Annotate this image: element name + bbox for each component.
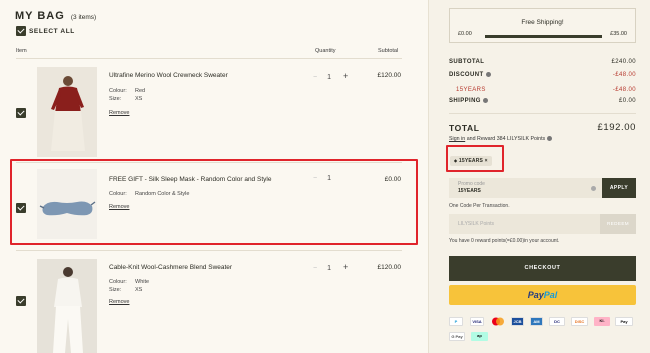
subtotal-value: £240.00 <box>611 59 636 65</box>
remove-link[interactable]: Remove <box>109 110 129 116</box>
column-item: Item <box>16 48 27 54</box>
item-checkbox[interactable] <box>16 108 26 118</box>
bag-title-label: MY BAG <box>15 10 65 22</box>
amex-icon: AM <box>530 317 543 326</box>
progress-end: £35.00 <box>610 31 627 37</box>
product-name[interactable]: Ultrafine Merino Wool Crewneck Sweater <box>109 72 228 79</box>
column-subtotal: Subtotal <box>378 48 399 54</box>
decrease-button[interactable]: − <box>313 74 317 81</box>
subtotal-row: SUBTOTAL £240.00 <box>449 59 636 65</box>
progress-bar <box>485 35 602 38</box>
product-colour: Colour: White <box>109 279 150 285</box>
promo-code-input[interactable]: Promo code 15YEARS <box>449 178 602 198</box>
discount-code-label: 15YEARS <box>456 87 486 93</box>
apply-button[interactable]: APPLY <box>602 178 636 198</box>
sign-in-link[interactable]: Sign in <box>449 136 465 142</box>
increase-button[interactable]: + <box>343 262 348 272</box>
divider <box>16 58 402 59</box>
reward-points-line: Sign in and Reward 384 LILYSILK Points <box>449 136 553 142</box>
promo-note: One Code Per Transaction. <box>449 203 510 209</box>
quantity-value: 1 <box>327 265 331 272</box>
remove-link[interactable]: Remove <box>109 299 129 305</box>
progress-start: £0.00 <box>458 31 472 37</box>
divider <box>449 113 636 114</box>
reward-text: and Reward 384 LILYSILK Points <box>466 136 546 142</box>
diners-club-icon: DC <box>549 317 565 326</box>
visa-icon: VISA <box>470 317 484 326</box>
product-colour: Colour: Red <box>109 88 146 94</box>
promo-code-label: Promo code <box>458 181 485 187</box>
cart-section: MY BAG (3 items) SELECT ALL Item Quantit… <box>0 0 418 353</box>
column-quantity: Quantity <box>315 48 336 54</box>
order-summary-panel: Free Shipping! £0.00 £35.00 SUBTOTAL £24… <box>428 0 650 353</box>
product-image[interactable] <box>37 67 97 157</box>
points-input[interactable]: LILYSILK Points <box>449 214 600 234</box>
shipping-label: SHIPPING <box>449 98 481 105</box>
promo-code-value: 15YEARS <box>458 188 481 194</box>
bag-item-count: (3 items) <box>70 14 97 21</box>
free-shipping-title: Free Shipping! <box>521 19 564 26</box>
checkout-button[interactable]: CHECKOUT <box>449 256 636 281</box>
paypal-icon: P <box>449 317 463 326</box>
info-icon[interactable] <box>482 98 488 103</box>
discount-row: DISCOUNT -£48.00 <box>449 72 636 78</box>
info-icon[interactable] <box>485 72 491 77</box>
discount-code-row: 15YEARS -£48.00 <box>449 87 636 93</box>
paypal-pal: Pal <box>543 290 558 300</box>
google-pay-icon: G Pay <box>449 332 465 341</box>
increase-button[interactable]: + <box>343 71 348 81</box>
select-all-checkbox[interactable] <box>16 26 26 36</box>
discount-value: -£48.00 <box>612 72 636 78</box>
subtotal-label: SUBTOTAL <box>449 59 485 65</box>
product-size: Size: XS <box>109 287 143 293</box>
decrease-button[interactable]: − <box>313 265 317 272</box>
quantity-value: 1 <box>327 74 331 81</box>
highlight-box <box>10 159 418 245</box>
quantity-stepper[interactable]: − 1 + <box>313 71 348 81</box>
shipping-row: SHIPPING £0.00 <box>449 98 636 104</box>
product-image[interactable] <box>37 259 97 353</box>
shipping-value: £0.00 <box>618 98 636 104</box>
jcb-icon: JCB <box>511 317 524 326</box>
paypal-button[interactable]: PayPal <box>449 285 636 305</box>
page-title: MY BAG (3 items) <box>15 10 96 22</box>
select-all-label[interactable]: SELECT ALL <box>29 28 75 35</box>
points-note: You have 0 reward points(=£0.00)in your … <box>449 238 560 244</box>
points-placeholder: LILYSILK Points <box>458 221 495 227</box>
discover-icon: DISC <box>571 317 588 326</box>
mastercard-icon <box>491 317 505 326</box>
discount-label: DISCOUNT <box>449 72 484 79</box>
item-price: £120.00 <box>377 264 402 271</box>
quantity-stepper[interactable]: − 1 + <box>313 262 348 272</box>
klarna-icon: Kl. <box>594 317 610 326</box>
paypal-pay: Pay <box>527 290 544 300</box>
divider <box>16 250 402 251</box>
discount-code-value: -£48.00 <box>612 87 636 93</box>
free-shipping-progress: Free Shipping! £0.00 £35.00 <box>449 8 636 43</box>
info-icon[interactable] <box>591 186 596 191</box>
item-price: £120.00 <box>377 72 402 79</box>
total-value: £192.00 <box>597 122 636 133</box>
apple-pay-icon: Pay <box>615 317 633 326</box>
afterpay-icon: ap <box>471 332 488 341</box>
total-label: TOTAL <box>449 123 480 133</box>
total-row: TOTAL £192.00 <box>449 122 636 133</box>
product-name[interactable]: Cable-Knit Wool-Cashmere Blend Sweater <box>109 264 232 271</box>
redeem-button[interactable]: REDEEM <box>600 214 636 234</box>
info-icon[interactable] <box>547 136 553 142</box>
progress-fill <box>485 35 602 38</box>
item-checkbox[interactable] <box>16 296 26 306</box>
highlight-box <box>446 145 504 172</box>
product-size: Size: XS <box>109 96 143 102</box>
